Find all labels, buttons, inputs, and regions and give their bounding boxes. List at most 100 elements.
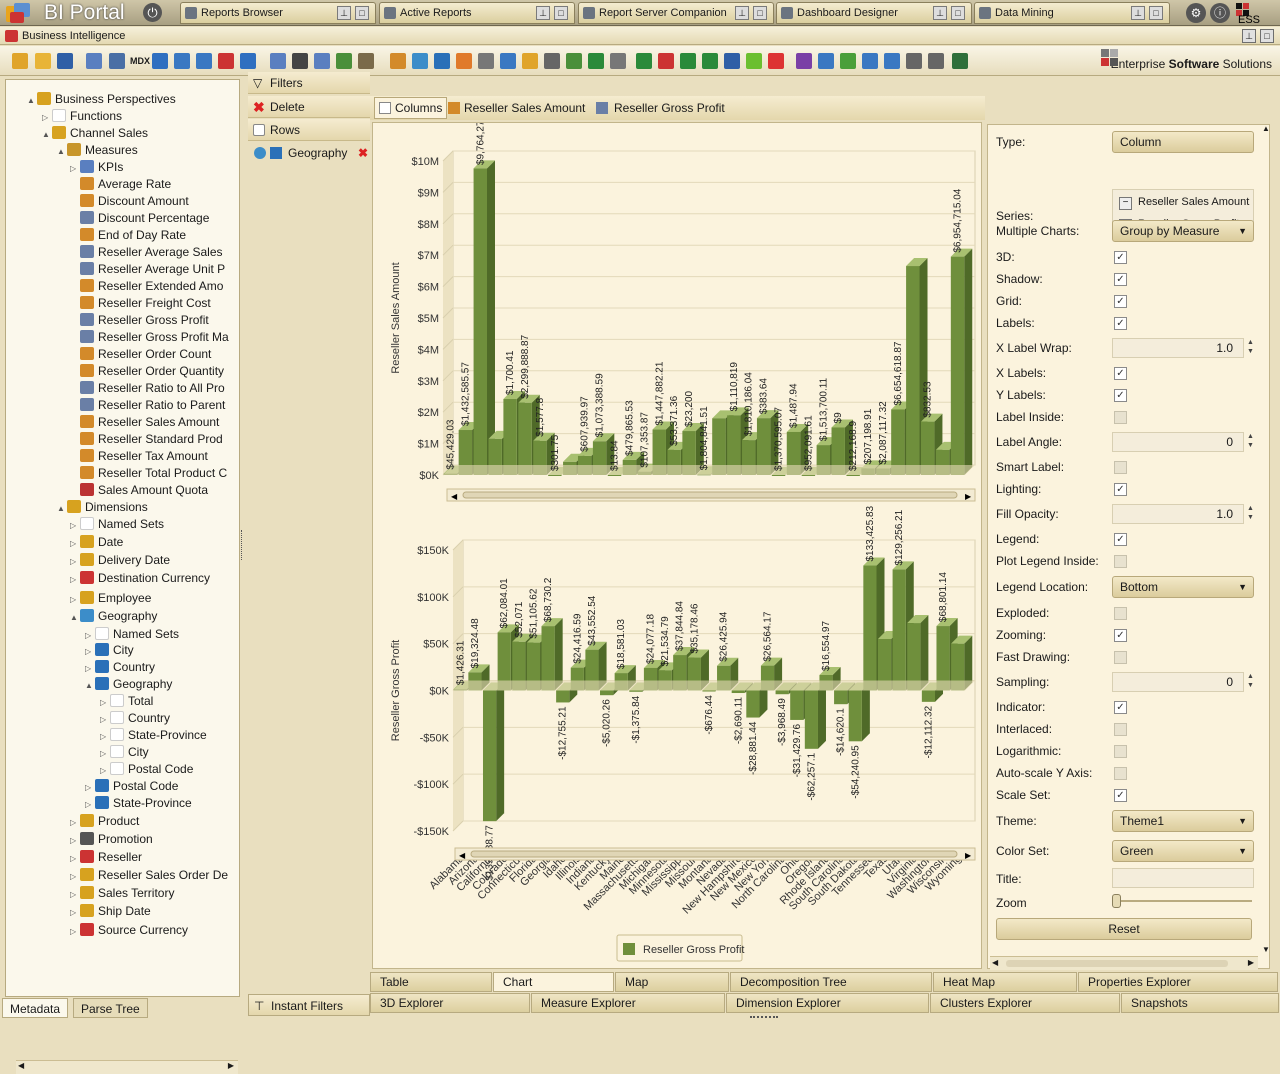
tree-node-reseller-sales-amount[interactable]: Reseller Sales Amount: [70, 414, 234, 431]
tree-node-promotion[interactable]: ▷ Promotion: [70, 831, 234, 848]
tree-expander-icon[interactable]: ▷: [70, 850, 80, 866]
prop-label-angle-input[interactable]: 0: [1112, 432, 1244, 452]
pin-button[interactable]: ⊥: [1131, 6, 1145, 20]
tree-expander-icon[interactable]: ▲: [57, 500, 67, 516]
tree-expander-icon[interactable]: ▷: [100, 762, 110, 778]
excel-export-icon[interactable]: [702, 53, 718, 69]
package-icon[interactable]: [746, 53, 762, 69]
hierarchy-icon[interactable]: [434, 53, 450, 69]
tree-node-end-of-day-rate[interactable]: End of Day Rate: [70, 227, 234, 244]
view-tab-clusters-explorer[interactable]: Clusters Explorer: [930, 993, 1120, 1013]
tree-expander-icon[interactable]: ▷: [85, 796, 95, 812]
columns-header[interactable]: Columns: [374, 97, 448, 119]
link-icon[interactable]: [522, 53, 538, 69]
view-tab-decomposition-tree[interactable]: Decomposition Tree: [730, 972, 932, 992]
chart-horizontal-scrollbar[interactable]: ◀ ▶: [446, 488, 976, 502]
redo-icon[interactable]: [884, 53, 900, 69]
tree-node-reseller-tax-amount[interactable]: Reseller Tax Amount: [70, 448, 234, 465]
window-tab-reports-browser[interactable]: Reports Browser ⊥ □: [180, 2, 376, 24]
prop-legend-checkbox[interactable]: ✓: [1114, 533, 1127, 546]
power-icon[interactable]: ⏻: [143, 3, 162, 22]
prop-indicator-checkbox[interactable]: ✓: [1114, 701, 1127, 714]
prop-fill-opacity-spinner[interactable]: ▲ ▼: [1246, 504, 1255, 524]
prop-sampling-spinner[interactable]: ▲ ▼: [1246, 672, 1255, 692]
tree-expander-icon[interactable]: ▲: [42, 126, 52, 142]
tree-expander-icon[interactable]: ▷: [100, 711, 110, 727]
monitor-icon[interactable]: [952, 53, 968, 69]
maximize-button[interactable]: □: [554, 6, 568, 20]
print-icon[interactable]: [610, 53, 626, 69]
view-tab-heat-map[interactable]: Heat Map: [933, 972, 1077, 992]
window-tab-report-server-companion[interactable]: Report Server Companion ⊥ □: [578, 2, 774, 24]
tree-node-reseller-order-quantity[interactable]: Reseller Order Quantity: [70, 363, 234, 380]
reset-button[interactable]: Reset: [996, 918, 1252, 940]
tree-expander-icon[interactable]: ▷: [100, 728, 110, 744]
bar-wyoming[interactable]: [950, 248, 973, 475]
copy-icon[interactable]: [928, 53, 944, 69]
tree-node-city[interactable]: ▷ City: [100, 744, 234, 761]
new-report-icon[interactable]: [12, 53, 28, 69]
tree-node-named-sets[interactable]: ▷ Named Sets: [85, 626, 234, 643]
tree-node-country[interactable]: ▷ Country: [100, 710, 234, 727]
rows-header[interactable]: Rows: [248, 119, 370, 141]
view-tab-chart[interactable]: Chart: [493, 972, 614, 992]
tree-horizontal-scrollbar[interactable]: ◀ ▶: [16, 1060, 238, 1074]
mdx-icon[interactable]: MDX: [130, 53, 150, 69]
prop-zoom-slider[interactable]: [1112, 894, 1252, 908]
prop-plot-legend-inside-checkbox[interactable]: [1114, 555, 1127, 568]
prop-logarithmic-checkbox[interactable]: [1114, 745, 1127, 758]
tree-node-delivery-date[interactable]: ▷ Delivery Date: [70, 552, 234, 569]
prop-shadow-checkbox[interactable]: ✓: [1114, 273, 1127, 286]
cluster-icon[interactable]: [544, 53, 560, 69]
pin-button[interactable]: ⊥: [536, 6, 550, 20]
tree-node-source-currency[interactable]: ▷ Source Currency: [70, 922, 234, 939]
tree-expander-icon[interactable]: ▷: [42, 109, 52, 125]
camera-icon[interactable]: [906, 53, 922, 69]
tree-expander-icon[interactable]: ▷: [70, 535, 80, 551]
properties-vertical-scrollbar[interactable]: ▲ ▼: [1260, 124, 1272, 954]
maximize-button[interactable]: □: [753, 6, 767, 20]
tree-expander-icon[interactable]: ▷: [70, 160, 80, 176]
bar-virginia[interactable]: [907, 615, 929, 691]
prop-label-inside-checkbox[interactable]: [1114, 411, 1127, 424]
tree-node-state-province[interactable]: ▷ State-Province: [100, 727, 234, 744]
tree-expander-icon[interactable]: ▷: [70, 886, 80, 902]
tree-node-reseller-ratio-to-all-pro[interactable]: Reseller Ratio to All Pro: [70, 380, 234, 397]
download-icon[interactable]: [768, 53, 784, 69]
zoom-in-icon[interactable]: [174, 53, 190, 69]
prop-auto-scale-y-axis-checkbox[interactable]: [1114, 767, 1127, 780]
prop-fast-drawing-checkbox[interactable]: [1114, 651, 1127, 664]
tree-expander-icon[interactable]: ▷: [85, 779, 95, 795]
prop-type-dropdown[interactable]: Column: [1112, 131, 1254, 153]
delete-button[interactable]: ✖ Delete: [248, 96, 370, 118]
tree-node-reseller-total-product-c[interactable]: Reseller Total Product C: [70, 465, 234, 482]
bar-georgia[interactable]: [541, 618, 563, 691]
prop-title-input[interactable]: [1112, 868, 1254, 888]
tree-node-dimensions[interactable]: ▲ Dimensions: [57, 499, 234, 516]
series-toggle-icon[interactable]: −: [1119, 197, 1132, 210]
slider-thumb[interactable]: [1112, 894, 1121, 908]
tree-node-business-perspectives[interactable]: ▲ Business Perspectives: [27, 91, 234, 108]
tree-node-reseller-average-unit-p[interactable]: Reseller Average Unit P: [70, 261, 234, 278]
fit-icon[interactable]: [240, 53, 256, 69]
tree-node-reseller-gross-profit[interactable]: Reseller Gross Profit: [70, 312, 234, 329]
edit-icon[interactable]: [358, 53, 374, 69]
filter-icon[interactable]: [292, 53, 308, 69]
view-tab-snapshots[interactable]: Snapshots: [1121, 993, 1279, 1013]
pin-button[interactable]: ⊥: [337, 6, 351, 20]
tree-expander-icon[interactable]: ▷: [100, 745, 110, 761]
pin-button[interactable]: ⊥: [1242, 29, 1256, 43]
tree-node-measures[interactable]: ▲ Measures: [57, 142, 234, 159]
window-tab-dashboard-designer[interactable]: Dashboard Designer ⊥ □: [776, 2, 972, 24]
info-icon[interactable]: ⓘ: [1210, 3, 1230, 23]
sync-icon[interactable]: [840, 53, 856, 69]
tree-node-reseller-average-sales[interactable]: Reseller Average Sales: [70, 244, 234, 261]
prop-theme-dropdown[interactable]: Theme1 ▼: [1112, 810, 1254, 832]
tree-node-reseller-freight-cost[interactable]: Reseller Freight Cost: [70, 295, 234, 312]
tree-node-discount-amount[interactable]: Discount Amount: [70, 193, 234, 210]
view-tab-properties-explorer[interactable]: Properties Explorer: [1078, 972, 1278, 992]
tree-node-sales-amount-quota[interactable]: Sales Amount Quota: [70, 482, 234, 499]
instant-filters-button[interactable]: ⊤ Instant Filters: [248, 994, 370, 1016]
tree-expander-icon[interactable]: ▷: [70, 832, 80, 848]
window-tab-data-mining[interactable]: Data Mining ⊥ □: [974, 2, 1170, 24]
